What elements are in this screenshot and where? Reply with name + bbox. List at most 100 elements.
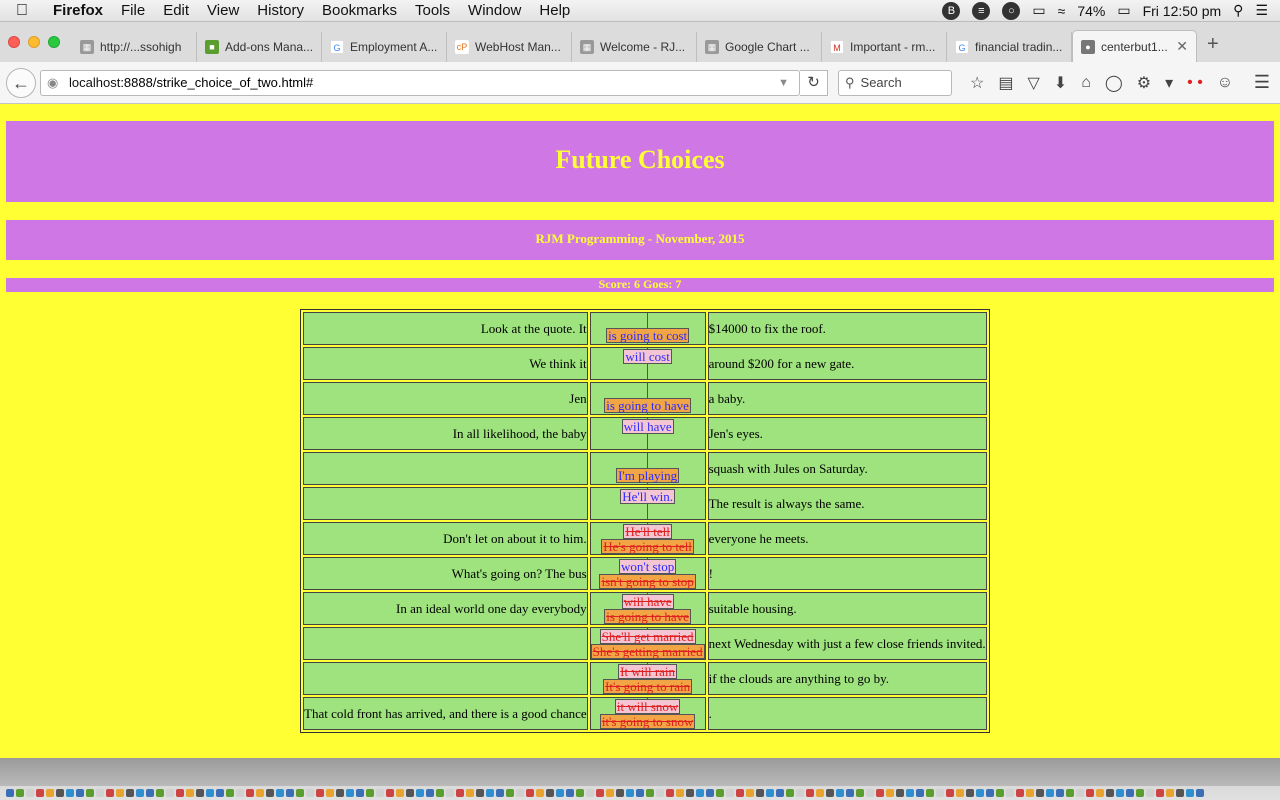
spotlight-search-icon[interactable]: ⚲ — [1233, 2, 1243, 19]
dock-app-icon[interactable] — [1066, 789, 1074, 797]
dock-app-icon[interactable] — [146, 789, 154, 797]
chat-icon[interactable]: ☺ — [1217, 74, 1233, 92]
choice-option[interactable]: won't stop — [618, 558, 677, 574]
dock-app-icon[interactable] — [886, 789, 894, 797]
dock-app-icon[interactable] — [696, 789, 704, 797]
dock-app-icon[interactable] — [656, 789, 664, 797]
dock-app-icon[interactable] — [206, 789, 214, 797]
dock-app-icon[interactable] — [196, 789, 204, 797]
dock-app-icon[interactable] — [256, 789, 264, 797]
dock-app-icon[interactable] — [6, 789, 14, 797]
airplay-icon[interactable]: ▭ — [1032, 2, 1045, 19]
dock-app-icon[interactable] — [246, 789, 254, 797]
dock-app-icon[interactable] — [426, 789, 434, 797]
dock-app-icon[interactable] — [516, 789, 524, 797]
dock-app-icon[interactable] — [526, 789, 534, 797]
dock-app-icon[interactable] — [216, 789, 224, 797]
dock-app-icon[interactable] — [806, 789, 814, 797]
dock-app-icon[interactable] — [456, 789, 464, 797]
pocket-icon[interactable]: ▽ — [1027, 73, 1039, 93]
dock-app-icon[interactable] — [236, 789, 244, 797]
choice-option[interactable]: is going to have — [604, 608, 691, 624]
dock-app-icon[interactable] — [736, 789, 744, 797]
dock-app-icon[interactable] — [36, 789, 44, 797]
dock-app-icon[interactable] — [536, 789, 544, 797]
dock-app-icon[interactable] — [1016, 789, 1024, 797]
dock-app-icon[interactable] — [1106, 789, 1114, 797]
close-window-icon[interactable] — [8, 36, 20, 48]
dock-app-icon[interactable] — [716, 789, 724, 797]
dock-app-icon[interactable] — [966, 789, 974, 797]
tab-1[interactable]: ▦ http://...ssohigh — [72, 32, 197, 62]
dock-app-icon[interactable] — [916, 789, 924, 797]
dock-app-icon[interactable] — [1156, 789, 1164, 797]
tab-2[interactable]: ■ Add-ons Mana... — [197, 32, 322, 62]
dock-app-icon[interactable] — [986, 789, 994, 797]
dock-app-icon[interactable] — [1116, 789, 1124, 797]
dock-app-icon[interactable] — [1146, 789, 1154, 797]
choice-option[interactable]: will cost — [623, 349, 672, 364]
dock-app-icon[interactable] — [96, 789, 104, 797]
menu-edit[interactable]: Edit — [154, 2, 198, 19]
zoom-window-icon[interactable] — [48, 36, 60, 48]
dock-app-icon[interactable] — [856, 789, 864, 797]
hamburger-menu-icon[interactable]: ☰ — [1254, 72, 1270, 93]
menu-window[interactable]: Window — [459, 2, 530, 19]
dock-app-icon[interactable] — [326, 789, 334, 797]
dock-app-icon[interactable] — [346, 789, 354, 797]
dock-app-icon[interactable] — [396, 789, 404, 797]
dock-app-icon[interactable] — [1006, 789, 1014, 797]
new-tab-icon[interactable]: + — [1197, 33, 1229, 62]
dock-app-icon[interactable] — [1046, 789, 1054, 797]
dock-app-icon[interactable] — [546, 789, 554, 797]
dock-app-icon[interactable] — [306, 789, 314, 797]
indicator-dots-icon[interactable]: • • — [1187, 74, 1203, 92]
dock-app-icon[interactable] — [576, 789, 584, 797]
choice-option[interactable]: I'm playing — [616, 468, 680, 483]
close-tab-icon[interactable]: ✕ — [1176, 38, 1188, 55]
search-box[interactable]: ⚲ Search — [838, 69, 952, 96]
minimize-window-icon[interactable] — [28, 36, 40, 48]
dock-app-icon[interactable] — [926, 789, 934, 797]
choice-option[interactable]: She'll get married — [599, 628, 696, 644]
menu-view[interactable]: View — [198, 2, 248, 19]
menu-bookmarks[interactable]: Bookmarks — [313, 2, 406, 19]
dock-app-icon[interactable] — [16, 789, 24, 797]
dock-app-icon[interactable] — [996, 789, 1004, 797]
dock-app-icon[interactable] — [946, 789, 954, 797]
dock-app-icon[interactable] — [446, 789, 454, 797]
dock-app-icon[interactable] — [336, 789, 344, 797]
reload-button[interactable]: ↻ — [800, 69, 828, 96]
dock-app-icon[interactable] — [1036, 789, 1044, 797]
dock-app-icon[interactable] — [1086, 789, 1094, 797]
dock-app-icon[interactable] — [476, 789, 484, 797]
dock-app-icon[interactable] — [186, 789, 194, 797]
menu-history[interactable]: History — [248, 2, 313, 19]
dock-app-icon[interactable] — [706, 789, 714, 797]
dock-app-icon[interactable] — [1166, 789, 1174, 797]
clock[interactable]: Fri 12:50 pm — [1143, 3, 1222, 19]
dock-app-icon[interactable] — [796, 789, 804, 797]
dock-app-icon[interactable] — [106, 789, 114, 797]
choice-option[interactable]: It's going to rain — [603, 678, 693, 694]
dock-app-icon[interactable] — [766, 789, 774, 797]
dock-app-icon[interactable] — [646, 789, 654, 797]
menu-help[interactable]: Help — [530, 2, 579, 19]
dock-app-icon[interactable] — [116, 789, 124, 797]
dock-app-icon[interactable] — [906, 789, 914, 797]
url-bar[interactable]: ◉ localhost:8888/strike_choice_of_two.ht… — [40, 69, 800, 96]
choice-option[interactable]: He'll win. — [620, 489, 675, 504]
tab-active[interactable]: ● centerbut1... ✕ — [1072, 30, 1197, 62]
menu-app-name[interactable]: Firefox — [44, 2, 112, 19]
dock-app-icon[interactable] — [496, 789, 504, 797]
choice-option[interactable]: will have — [621, 419, 674, 434]
dock-app-icon[interactable] — [316, 789, 324, 797]
tab-3[interactable]: G Employment A... — [322, 32, 447, 62]
tab-8[interactable]: Gfinancial tradin... — [947, 32, 1072, 62]
dock-app-icon[interactable] — [606, 789, 614, 797]
dock-app-icon[interactable] — [876, 789, 884, 797]
dock-app-icon[interactable] — [1126, 789, 1134, 797]
dock-app-icon[interactable] — [436, 789, 444, 797]
dock-app-icon[interactable] — [176, 789, 184, 797]
dock-app-icon[interactable] — [386, 789, 394, 797]
